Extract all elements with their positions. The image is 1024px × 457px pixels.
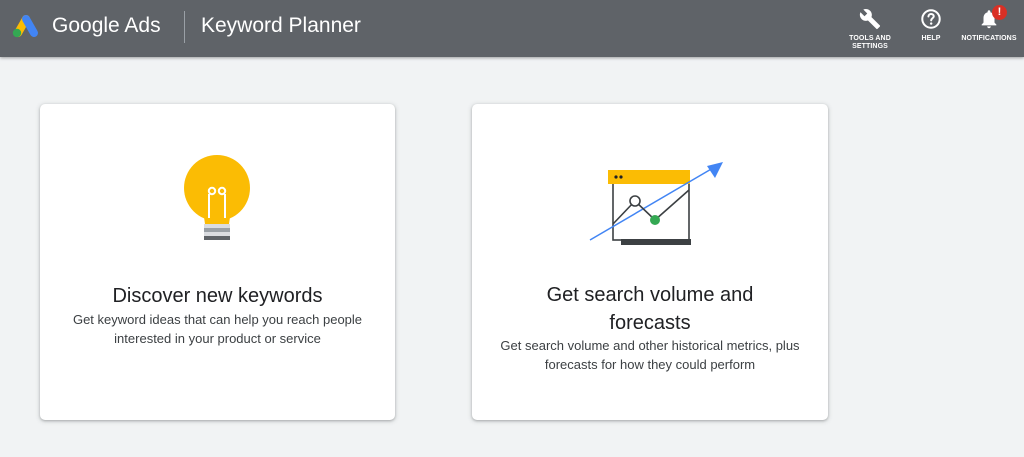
notifications-label: NOTIFICATIONS <box>961 35 1017 42</box>
wrench-icon <box>859 9 881 30</box>
help-label: HELP <box>921 35 941 42</box>
help-icon <box>921 9 941 29</box>
discover-keywords-card[interactable]: Discover new keywords Get keyword ideas … <box>40 104 395 420</box>
notification-badge: ! <box>992 5 1007 20</box>
forecast-chart-icon <box>589 162 723 245</box>
google-ads-logo-icon[interactable] <box>10 13 40 39</box>
notifications-button[interactable]: NOTIFICATIONS <box>958 8 1020 43</box>
header-divider <box>184 11 185 43</box>
brand-name[interactable]: Google Ads <box>52 14 161 38</box>
card-title: Get search volume and forecasts <box>546 284 754 334</box>
card-title: Discover new keywords <box>112 285 323 307</box>
top-bar: Google Ads Keyword Planner TOOLS AND SET… <box>0 0 1024 57</box>
search-volume-forecasts-card[interactable]: Get search volume and forecasts Get sear… <box>472 104 828 420</box>
page-title: Keyword Planner <box>201 14 361 37</box>
lightbulb-icon <box>184 155 250 240</box>
card-description: Get keyword ideas that can help you reac… <box>72 312 363 346</box>
card-description: Get search volume and other historical m… <box>500 338 800 372</box>
help-button[interactable]: HELP <box>915 8 947 43</box>
tools-and-settings-label: TOOLS AND SETTINGS <box>849 35 891 50</box>
tools-and-settings-button[interactable]: TOOLS AND SETTINGS <box>843 8 897 51</box>
